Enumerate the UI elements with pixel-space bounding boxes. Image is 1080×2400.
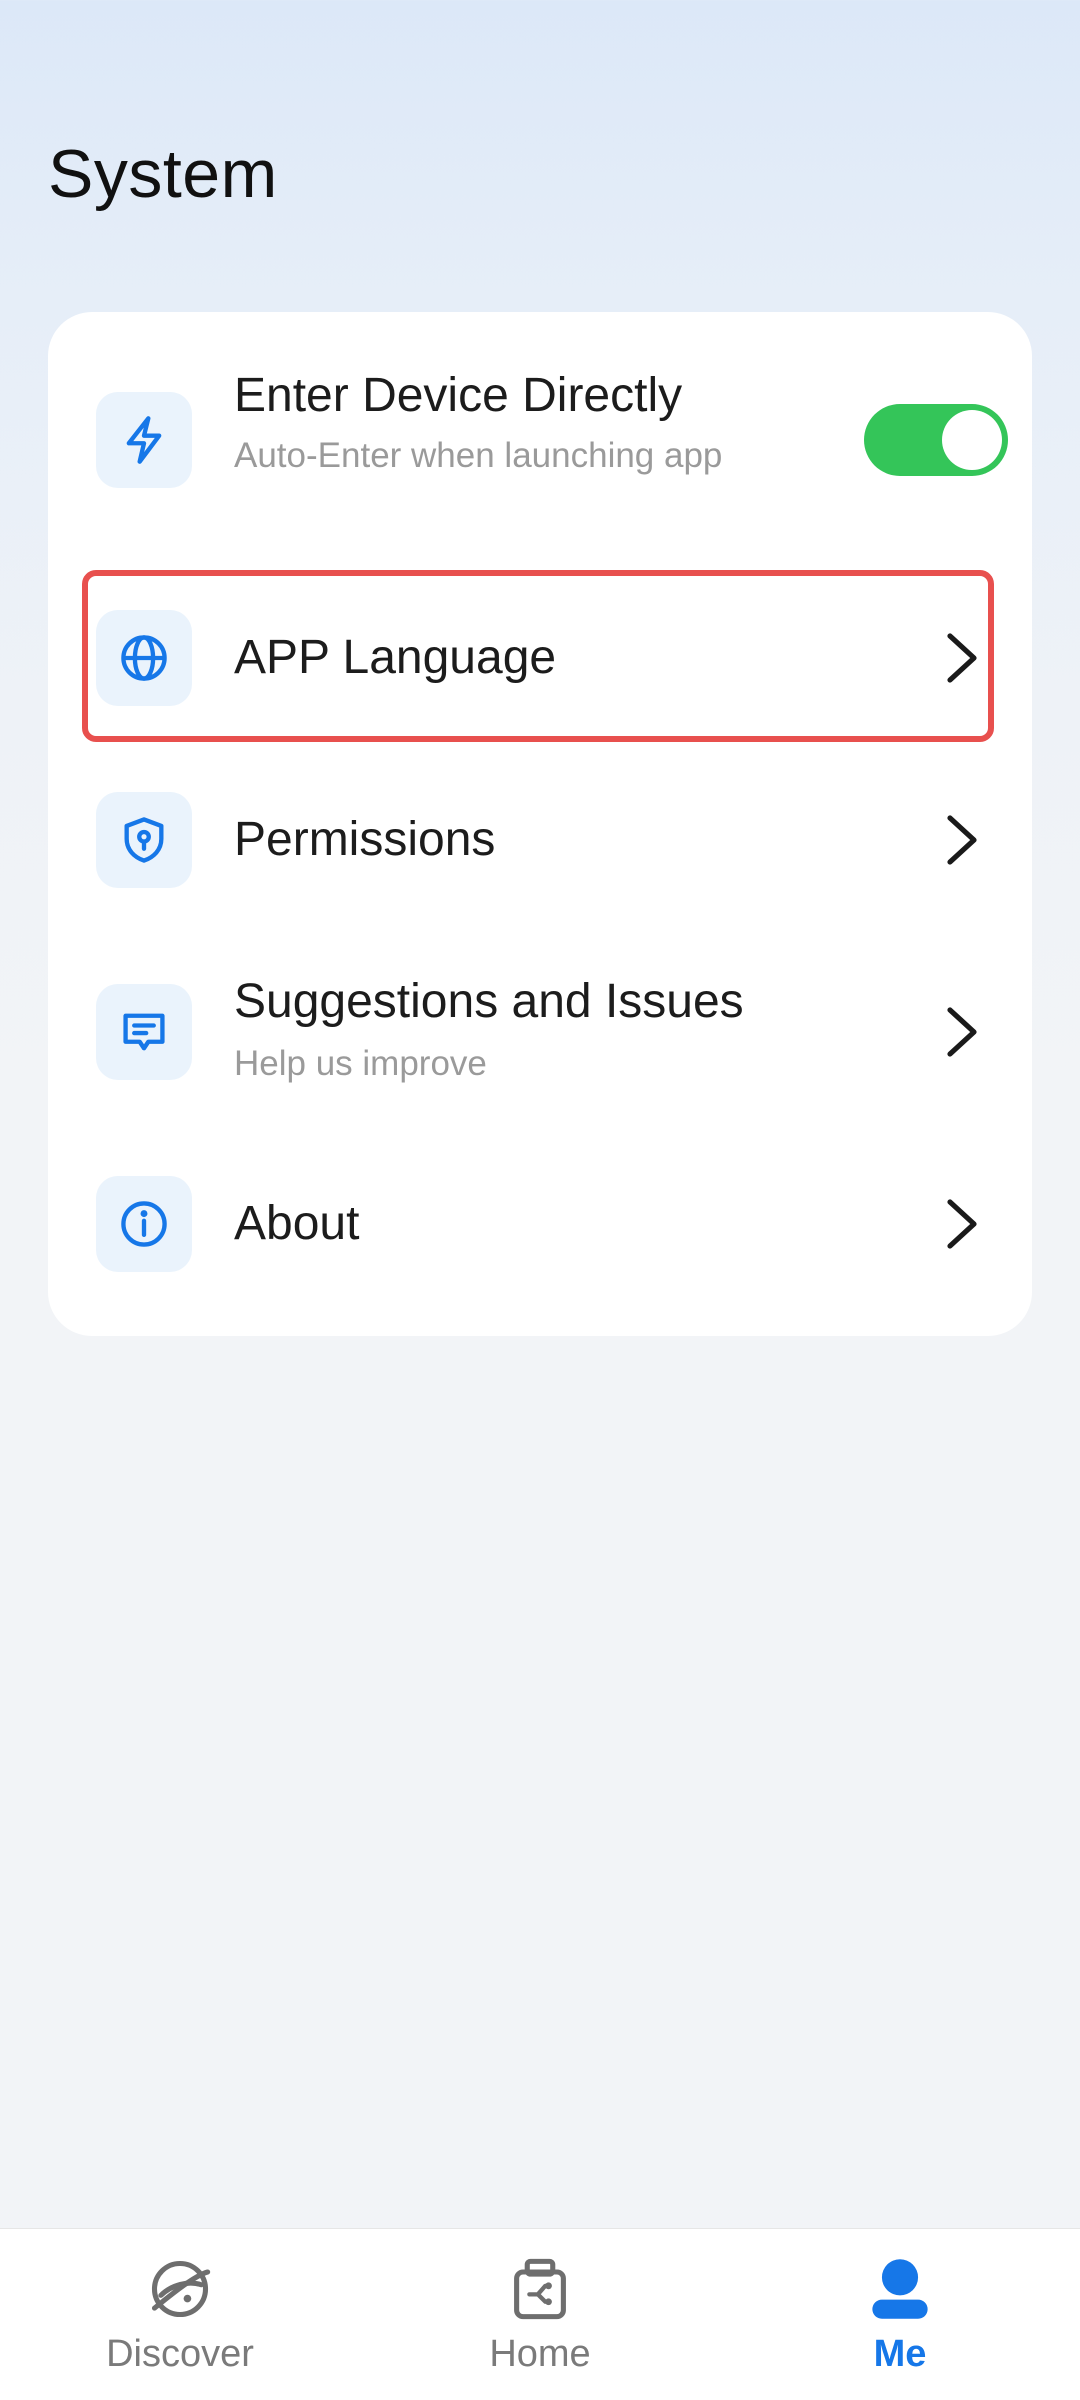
suggestions-row[interactable]: Suggestions and Issues Help us improve (48, 938, 1032, 1128)
page-title: System (48, 136, 278, 212)
person-icon (872, 2259, 928, 2319)
chevron-right-icon (947, 1007, 977, 1057)
tab-home[interactable]: Home (360, 2229, 720, 2400)
device-icon (514, 2258, 566, 2320)
tab-me[interactable]: Me (720, 2229, 1080, 2400)
enter-device-row[interactable]: Enter Device Directly Auto-Enter when la… (48, 312, 1032, 568)
chevron-right-icon (947, 633, 977, 683)
chevron-right-icon (947, 815, 977, 865)
enter-device-title: Enter Device Directly (234, 369, 683, 422)
shield-lock-icon (96, 792, 192, 888)
enter-device-subtitle: Auto-Enter when launching app (234, 436, 723, 475)
about-row[interactable]: About (48, 1128, 1032, 1318)
info-icon (96, 1176, 192, 1272)
tab-home-label: Home (489, 2333, 591, 2375)
toggle-knob (942, 410, 1002, 470)
bottom-tab-bar: Discover Home Me (0, 2228, 1080, 2400)
suggestions-subtitle: Help us improve (234, 1044, 487, 1083)
tab-discover-label: Discover (106, 2333, 254, 2375)
chevron-right-icon (947, 1199, 977, 1249)
app-language-row[interactable]: APP Language (48, 568, 1032, 748)
enter-device-toggle[interactable] (864, 404, 1008, 476)
about-title: About (234, 1197, 360, 1250)
globe-icon (96, 610, 192, 706)
suggestions-title: Suggestions and Issues (234, 975, 744, 1028)
lightning-icon (96, 392, 192, 488)
settings-card: Enter Device Directly Auto-Enter when la… (48, 312, 1032, 1336)
tab-discover[interactable]: Discover (0, 2229, 360, 2400)
planet-icon (151, 2260, 211, 2318)
tab-me-label: Me (873, 2333, 927, 2375)
permissions-title: Permissions (234, 813, 496, 866)
app-language-title: APP Language (234, 631, 557, 684)
permissions-row[interactable]: Permissions (48, 748, 1032, 938)
message-icon (96, 984, 192, 1080)
